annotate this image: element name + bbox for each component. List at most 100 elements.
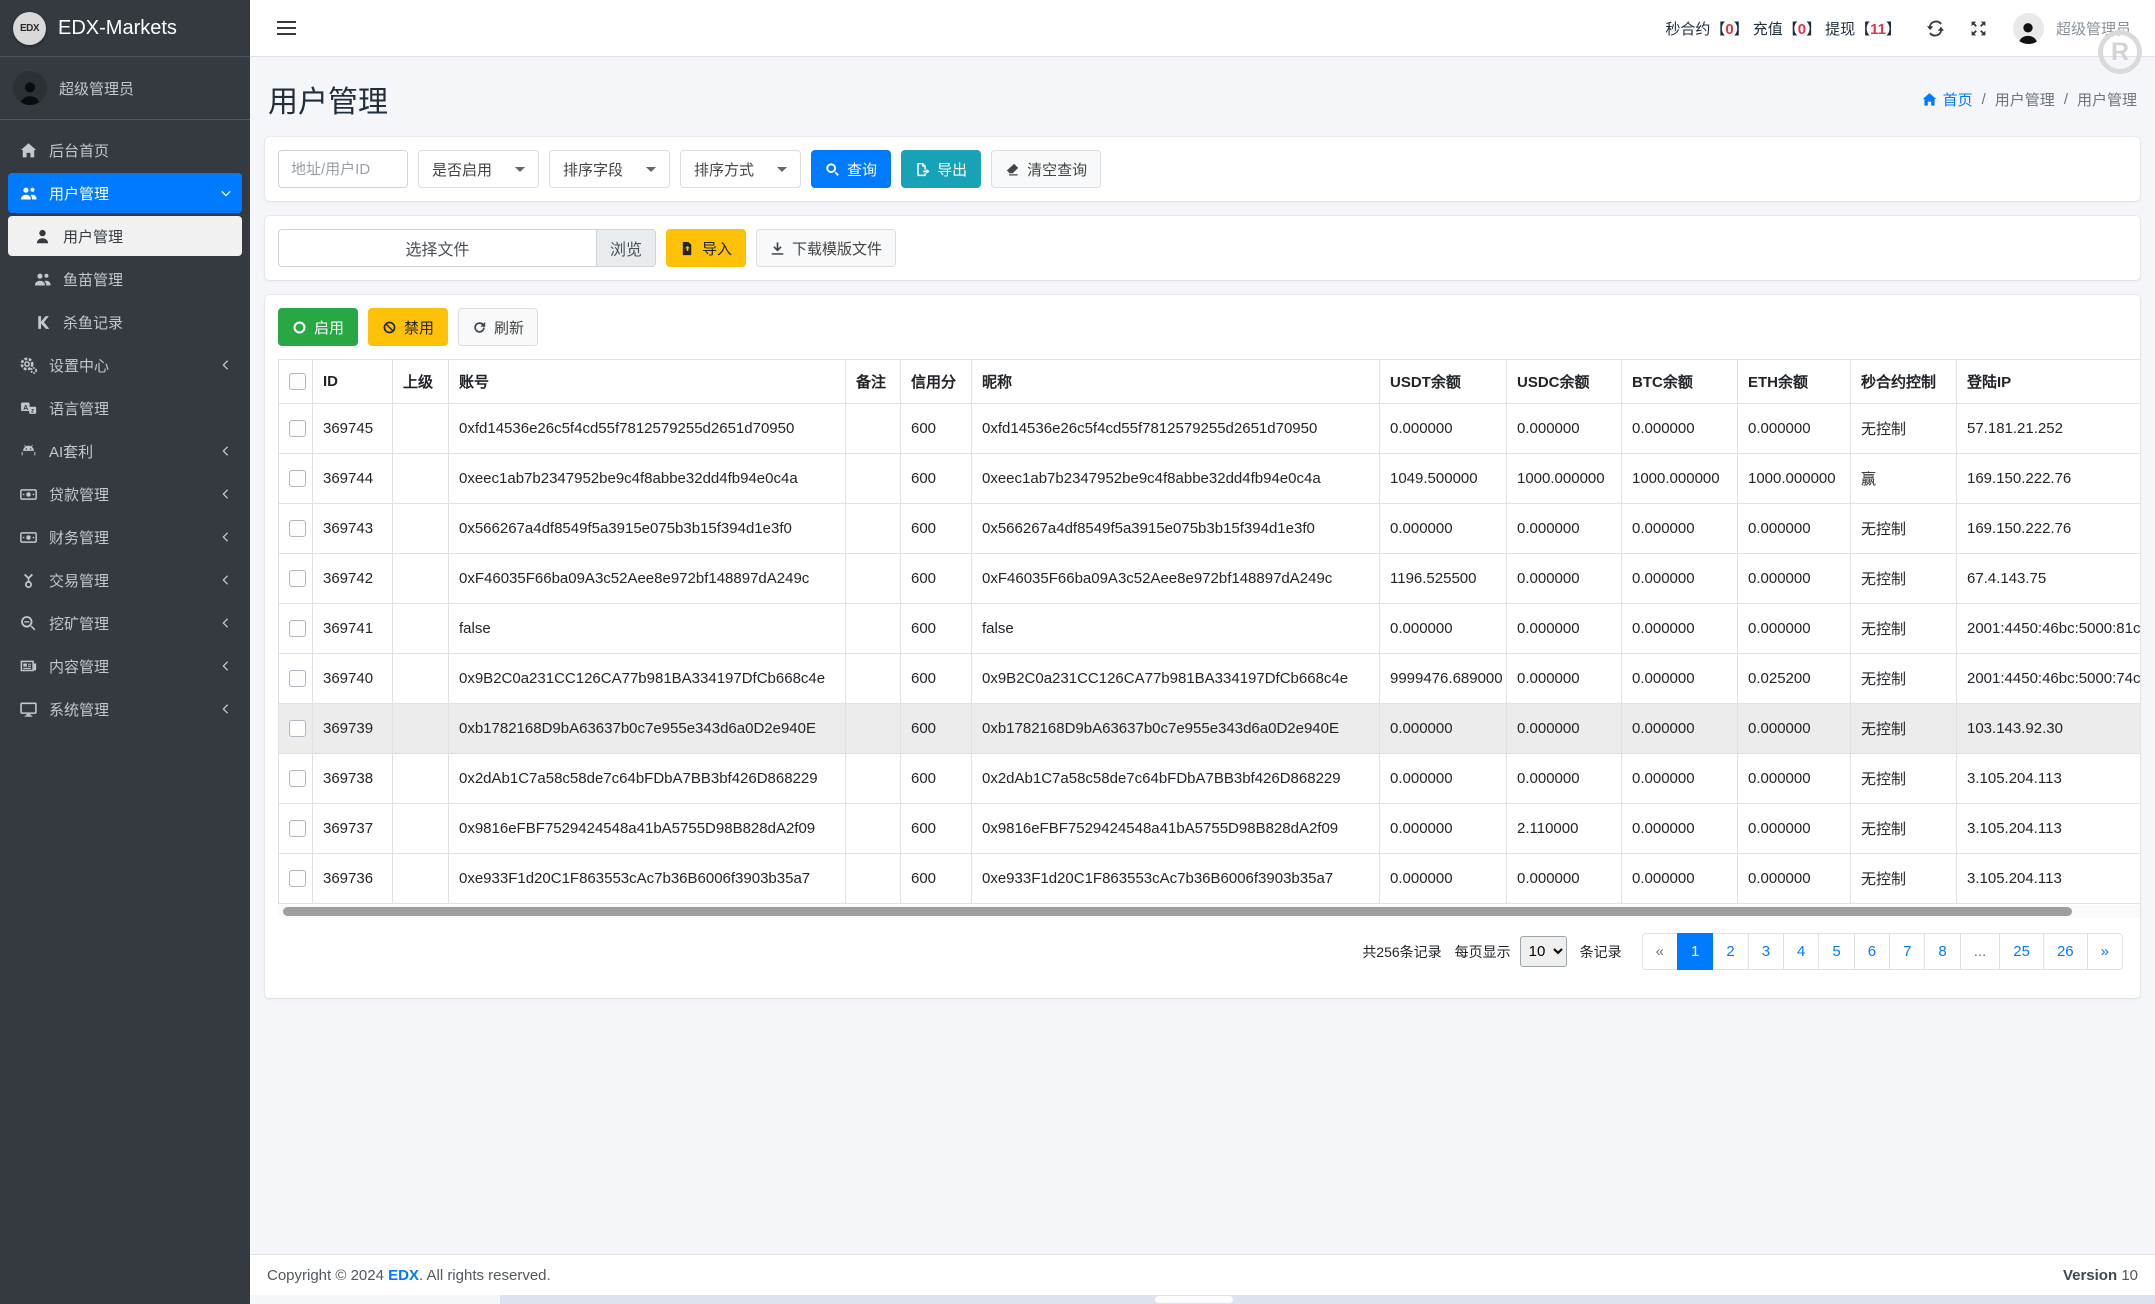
refresh-table-button[interactable]: 刷新 — [458, 308, 538, 346]
footer-brand-link[interactable]: EDX — [388, 1267, 419, 1284]
export-button[interactable]: 导出 — [901, 150, 981, 188]
refresh-icon[interactable] — [1927, 20, 1944, 37]
sort-order-dropdown[interactable]: 排序方式 — [680, 150, 801, 188]
row-checkbox[interactable] — [289, 720, 306, 737]
page-button-«[interactable]: « — [1642, 933, 1678, 970]
page-button-5[interactable]: 5 — [1818, 933, 1854, 970]
sidebar-item-finance-management[interactable]: 财务管理 — [8, 517, 242, 557]
page-button-2[interactable]: 2 — [1712, 933, 1748, 970]
page-button-6[interactable]: 6 — [1854, 933, 1890, 970]
cell-usdt: 0.000000 — [1380, 604, 1507, 654]
page-button-8[interactable]: 8 — [1924, 933, 1960, 970]
footer: Copyright © 2024 EDX. All rights reserve… — [250, 1254, 2155, 1295]
pagination: «12345678...2526» — [1643, 933, 2123, 970]
disable-button[interactable]: 禁用 — [368, 308, 448, 346]
cell-select — [279, 604, 313, 654]
row-checkbox[interactable] — [289, 520, 306, 537]
row-checkbox[interactable] — [289, 820, 306, 837]
download-template-button[interactable]: 下载模版文件 — [756, 229, 896, 267]
page-button-3[interactable]: 3 — [1748, 933, 1784, 970]
page-button-...[interactable]: ... — [1960, 933, 2001, 970]
cell-eth: 0.025200 — [1738, 654, 1851, 704]
select-all-checkbox[interactable] — [289, 373, 306, 390]
sidebar-item-settings-center[interactable]: 设置中心 — [8, 345, 242, 385]
browse-button[interactable]: 浏览 — [596, 229, 656, 267]
file-import-icon — [680, 241, 695, 256]
stat-withdraw[interactable]: 提现【11】 — [1825, 18, 1901, 39]
cell-ip: 169.150.222.76 — [1957, 454, 2141, 504]
cell-btc: 0.000000 — [1622, 554, 1738, 604]
sidebar-item-kill-fish-records[interactable]: 杀鱼记录 — [8, 302, 242, 342]
clear-query-button[interactable]: 清空查询 — [991, 150, 1101, 188]
sidebar-item-user-management-list[interactable]: 用户管理 — [8, 216, 242, 256]
row-checkbox[interactable] — [289, 470, 306, 487]
cell-control: 赢 — [1851, 454, 1957, 504]
row-checkbox[interactable] — [289, 770, 306, 787]
cell-account: 0x566267a4df8549f5a3915e075b3b15f394d1e3… — [449, 504, 846, 554]
sidebar-item-trade-management[interactable]: 交易管理 — [8, 560, 242, 600]
cell-select — [279, 554, 313, 604]
cell-eth: 0.000000 — [1738, 604, 1851, 654]
table-row: 3697450xfd14536e26c5f4cd55f7812579255d26… — [279, 404, 2141, 454]
sidebar-item-loan-management[interactable]: 贷款管理 — [8, 474, 242, 514]
sidebar-item-fish-management[interactable]: 鱼苗管理 — [8, 259, 242, 299]
brand[interactable]: EDX EDX-Markets — [0, 0, 250, 57]
cell-eth: 0.000000 — [1738, 804, 1851, 854]
cell-eth: 0.000000 — [1738, 554, 1851, 604]
page-button-»[interactable]: » — [2087, 933, 2123, 970]
sidebar-item-system-management[interactable]: 系统管理 — [8, 689, 242, 729]
filter-card: 是否启用排序字段排序方式 查询 导出 清空查询 — [265, 137, 2140, 201]
row-checkbox[interactable] — [289, 670, 306, 687]
sort-field-dropdown[interactable]: 排序字段 — [549, 150, 670, 188]
cell-parent — [393, 504, 449, 554]
cell-credit: 600 — [901, 404, 972, 454]
page-scrollbar-thumb[interactable] — [1155, 1296, 1233, 1303]
cell-usdc: 2.110000 — [1507, 804, 1622, 854]
page-button-25[interactable]: 25 — [1999, 933, 2044, 970]
row-checkbox[interactable] — [289, 620, 306, 637]
chevron-left-icon — [220, 531, 232, 543]
row-checkbox[interactable] — [289, 420, 306, 437]
cell-eth: 0.000000 — [1738, 854, 1851, 904]
stat-seconds-contract[interactable]: 秒合约【0】 — [1665, 18, 1748, 39]
chevron-left-icon — [220, 574, 232, 586]
page-button-26[interactable]: 26 — [2043, 933, 2088, 970]
row-checkbox[interactable] — [289, 570, 306, 587]
sidebar-item-user-management[interactable]: 用户管理 — [8, 173, 242, 213]
sidebar-item-language-management[interactable]: Az 语言管理 — [8, 388, 242, 428]
query-button[interactable]: 查询 — [811, 150, 891, 188]
table-scrollbar-thumb[interactable] — [283, 907, 2072, 916]
page-button-4[interactable]: 4 — [1783, 933, 1819, 970]
sidebar-avatar[interactable] — [13, 71, 47, 105]
cell-usdt: 0.000000 — [1380, 404, 1507, 454]
row-checkbox[interactable] — [289, 870, 306, 887]
users-table-wrapper: ID上级账号备注信用分昵称USDT余额USDC余额BTC余额ETH余额秒合约控制… — [278, 359, 2140, 904]
stat-deposit[interactable]: 充值【0】 — [1753, 18, 1821, 39]
enable-button[interactable]: 启用 — [278, 308, 358, 346]
cell-select — [279, 654, 313, 704]
sidebar-item-dashboard[interactable]: 后台首页 — [8, 130, 242, 170]
menu-toggle-icon[interactable] — [277, 21, 296, 35]
enabled-filter-dropdown[interactable]: 是否启用 — [418, 150, 539, 188]
sidebar-item-mining-management[interactable]: 挖矿管理 — [8, 603, 242, 643]
file-input-label: 选择文件 — [278, 229, 596, 267]
cell-account: 0xe933F1d20C1F863553cAc7b36B6006f3903b35… — [449, 854, 846, 904]
sidebar-item-ai-arbitrage[interactable]: AI套利 — [8, 431, 242, 471]
page-size-select[interactable]: 10 — [1520, 936, 1567, 967]
page-button-1[interactable]: 1 — [1677, 933, 1713, 970]
import-button[interactable]: 导入 — [666, 229, 746, 267]
records-total: 共256条记录 — [1362, 942, 1441, 962]
search-input[interactable] — [278, 150, 408, 188]
page-button-7[interactable]: 7 — [1889, 933, 1925, 970]
cell-control: 无控制 — [1851, 504, 1957, 554]
cell-ip: 2001:4450:46bc:5000:74cb — [1957, 654, 2141, 704]
topbar-avatar[interactable] — [2013, 13, 2044, 44]
cell-nickname: 0xF46035F66ba09A3c52Aee8e972bf148897dA24… — [972, 554, 1380, 604]
sidebar-item-content-management[interactable]: 内容管理 — [8, 646, 242, 686]
file-input[interactable]: 选择文件 浏览 — [278, 229, 656, 267]
sidebar-user-panel: 超级管理员 — [0, 57, 250, 120]
col-header-eth: ETH余额 — [1738, 360, 1851, 404]
fullscreen-icon[interactable] — [1970, 20, 1987, 37]
table-row: 3697360xe933F1d20C1F863553cAc7b36B6006f3… — [279, 854, 2141, 904]
breadcrumb-home-link[interactable]: 首页 — [1922, 89, 1973, 110]
